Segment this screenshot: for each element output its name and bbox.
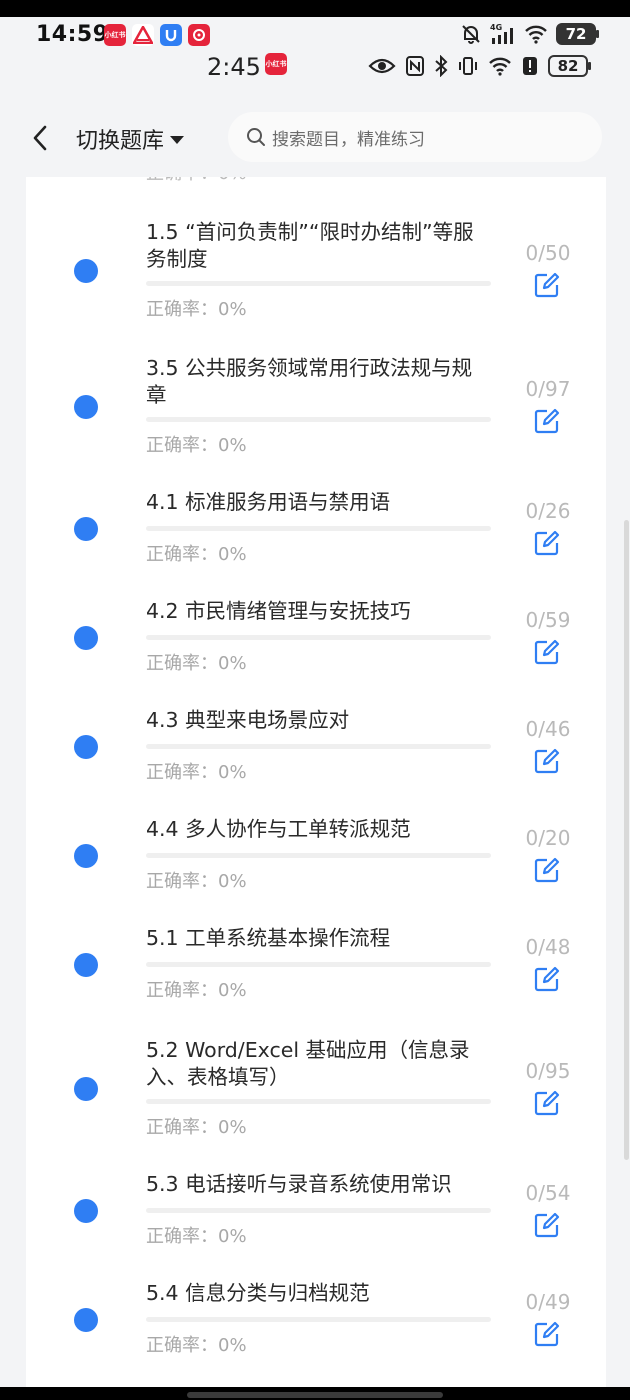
vibrate-icon xyxy=(459,57,477,75)
search-icon xyxy=(247,128,265,146)
status-dot xyxy=(74,953,98,977)
status-icons-primary: 4G 72 xyxy=(460,23,599,45)
item-count: 0/46 xyxy=(525,717,571,741)
switch-question-bank-label: 切换题库 xyxy=(76,129,165,154)
mute-bell-icon xyxy=(462,25,480,44)
status-time-primary: 14:59 xyxy=(36,22,109,47)
status-app-icons: 小红书 xyxy=(104,24,210,46)
home-gesture-handle[interactable] xyxy=(187,1392,443,1398)
scrollbar[interactable] xyxy=(624,520,629,1160)
item-count: 0/97 xyxy=(525,377,571,401)
edit-icon[interactable] xyxy=(533,271,561,299)
status-dot xyxy=(74,517,98,541)
status-dot xyxy=(74,1308,98,1332)
progress-bar xyxy=(146,1317,491,1322)
item-accuracy: 正确率：0% xyxy=(146,762,247,783)
progress-bar xyxy=(146,1208,491,1213)
item-accuracy: 正确率：0% xyxy=(146,1335,247,1356)
progress-bar xyxy=(146,417,491,422)
edit-icon[interactable] xyxy=(533,407,561,435)
app-icon-label: 小红书 xyxy=(104,31,126,39)
edit-icon[interactable] xyxy=(533,1320,561,1348)
search-placeholder: 搜索题目，精准练习 xyxy=(272,129,425,150)
partial-accuracy-text: 正确率：0% xyxy=(146,177,247,185)
item-accuracy: 正确率：0% xyxy=(146,871,247,892)
bluetooth-icon xyxy=(435,55,448,77)
edit-icon[interactable] xyxy=(533,1089,561,1117)
status-bar-primary: 14:59 小红书 4G 72 xyxy=(0,17,630,53)
red-app-icon xyxy=(188,24,210,46)
wifi-icon xyxy=(525,25,547,44)
edit-icon[interactable] xyxy=(533,965,561,993)
battery-primary: 72 xyxy=(556,23,599,45)
item-title: 4.4 多人协作与工单转派规范 xyxy=(146,817,411,841)
top-black-bar xyxy=(0,0,630,17)
app-icon-label-secondary: 小红书 xyxy=(265,60,287,68)
signal-icon: 4G xyxy=(490,23,513,44)
item-title: 4.1 标准服务用语与禁用语 xyxy=(146,490,391,514)
item-count: 0/49 xyxy=(525,1290,571,1314)
item-title: 3.5 公共服务领域常用行政法规与规章 xyxy=(146,356,473,407)
item-accuracy: 正确率：0% xyxy=(146,544,247,565)
top-header: 切换题库 搜索题目，精准练习 xyxy=(0,99,630,177)
status-icons-secondary: 82 xyxy=(368,55,591,77)
network-type-label: 4G xyxy=(490,23,502,32)
status-dot xyxy=(74,1199,98,1223)
item-count: 0/95 xyxy=(525,1059,571,1083)
item-count: 0/48 xyxy=(525,935,571,959)
item-count: 0/50 xyxy=(525,241,571,265)
item-title: 5.3 电话接听与录音系统使用常识 xyxy=(146,1172,452,1196)
status-dot xyxy=(74,259,98,283)
item-title: 5.1 工单系统基本操作流程 xyxy=(146,926,391,950)
edit-icon[interactable] xyxy=(533,1211,561,1239)
item-title: 5.2 Word/Excel 基础应用（信息录入、表格填写） xyxy=(146,1038,470,1089)
item-count: 0/26 xyxy=(525,499,571,523)
status-dot xyxy=(74,1077,98,1101)
item-title: 4.2 市民情绪管理与安抚技巧 xyxy=(146,599,411,623)
search-input[interactable]: 搜索题目，精准练习 xyxy=(228,112,602,162)
chapter-list: 正确率：0% 1.5 “首问负责制”“限时办结制”等服务制度 正确率：0% 0/… xyxy=(26,177,606,1387)
xiaohongshu-icon-secondary: 小红书 xyxy=(265,53,287,75)
edit-icon[interactable] xyxy=(533,747,561,775)
progress-bar xyxy=(146,526,491,531)
wifi-icon-secondary xyxy=(489,57,511,76)
progress-bar xyxy=(146,281,491,286)
item-accuracy: 正确率：0% xyxy=(146,653,247,674)
progress-bar xyxy=(146,1099,491,1104)
progress-bar xyxy=(146,962,491,967)
status-dot xyxy=(74,735,98,759)
progress-bar xyxy=(146,744,491,749)
item-title: 1.5 “首问负责制”“限时办结制”等服务制度 xyxy=(146,220,474,271)
eye-icon xyxy=(368,58,396,74)
status-dot xyxy=(74,626,98,650)
item-accuracy: 正确率：0% xyxy=(146,435,247,456)
item-accuracy: 正确率：0% xyxy=(146,1226,247,1247)
battery-secondary: 82 xyxy=(548,55,591,77)
xiaohongshu-icon: 小红书 xyxy=(104,24,126,46)
item-accuracy: 正确率：0% xyxy=(146,299,247,320)
item-title: 4.3 典型来电场景应对 xyxy=(146,708,350,732)
item-count: 0/20 xyxy=(525,826,571,850)
triangle-app-icon xyxy=(132,24,154,46)
item-count: 0/54 xyxy=(525,1181,571,1205)
status-dot xyxy=(74,395,98,419)
back-arrow-icon[interactable] xyxy=(28,123,54,153)
switch-question-bank-button[interactable]: 切换题库 xyxy=(76,123,185,155)
item-accuracy: 正确率：0% xyxy=(146,1117,247,1138)
edit-icon[interactable] xyxy=(533,638,561,666)
caret-down-icon xyxy=(170,136,185,144)
item-count: 0/59 xyxy=(525,608,571,632)
alert-icon xyxy=(523,57,537,75)
u-app-icon xyxy=(160,24,182,46)
nfc-icon xyxy=(406,56,424,76)
item-title: 5.4 信息分类与归档规范 xyxy=(146,1281,370,1305)
progress-bar xyxy=(146,853,491,858)
item-accuracy: 正确率：0% xyxy=(146,980,247,1001)
status-dot xyxy=(74,844,98,868)
status-bar-secondary: 2:45 小红书 82 xyxy=(0,53,630,99)
status-time-secondary: 2:45 xyxy=(207,53,261,81)
progress-bar xyxy=(146,635,491,640)
edit-icon[interactable] xyxy=(533,856,561,884)
edit-icon[interactable] xyxy=(533,529,561,557)
